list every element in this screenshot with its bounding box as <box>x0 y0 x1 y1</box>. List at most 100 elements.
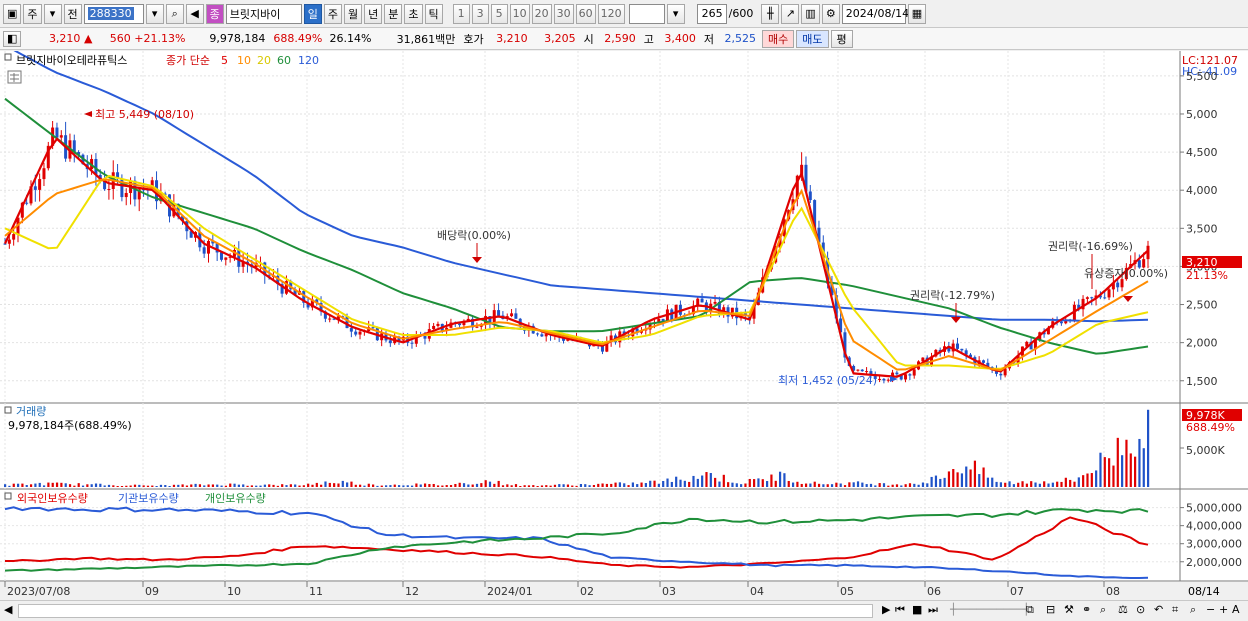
interval-1[interactable]: 1 <box>452 3 470 24</box>
volume-bar <box>68 484 72 487</box>
tab-day[interactable]: 일 <box>303 3 322 24</box>
expand-icon[interactable]: ◧ <box>3 30 22 47</box>
volume-bar <box>376 485 379 487</box>
zoom-out-icon[interactable]: − <box>1206 603 1215 616</box>
zoom-slider[interactable]: ┼──────────┤ <box>950 603 1029 616</box>
volume-bar <box>402 485 405 487</box>
search-small-icon[interactable]: ⌕ <box>1100 603 1106 617</box>
auto-scale-icon[interactable]: A <box>1232 603 1240 616</box>
period-type-select[interactable]: 주 <box>23 3 42 24</box>
scroll-left-icon[interactable]: ◀ <box>4 603 12 616</box>
time-tick-label: 08 <box>1106 585 1120 598</box>
volume-bar <box>302 485 305 487</box>
volume-bar <box>194 483 197 487</box>
buy-button[interactable]: 매수 <box>762 29 795 48</box>
volume-bar <box>1095 470 1098 487</box>
tab-tick[interactable]: 틱 <box>424 3 443 24</box>
volume-bar <box>778 471 782 487</box>
volume-bar <box>224 485 228 487</box>
volume-bar <box>164 485 167 487</box>
chart-menu-icon[interactable]: ▣ <box>3 3 22 24</box>
sell-button[interactable]: 매도 <box>796 29 829 48</box>
period-dropdown-icon[interactable]: ▾ <box>43 3 62 24</box>
candle-body <box>1120 279 1124 288</box>
chart-type-icon[interactable]: ⚖ <box>1118 603 1128 616</box>
volume-bar <box>181 484 184 487</box>
tab-minute[interactable]: 분 <box>384 3 403 24</box>
volume-bar <box>692 475 695 487</box>
volume-bar <box>887 485 890 487</box>
interval-dropdown-icon[interactable]: ▾ <box>666 3 685 24</box>
undo-icon[interactable]: ↶ <box>1154 603 1163 616</box>
volume-bar <box>913 483 916 487</box>
link-icon[interactable]: ⚭ <box>1082 603 1091 616</box>
avg-button[interactable]: 평 <box>830 29 853 48</box>
interval-30[interactable]: 30 <box>553 3 574 24</box>
window-icon[interactable]: ⊟ <box>1046 603 1055 616</box>
interval-5[interactable]: 5 <box>490 3 508 24</box>
volume-bar <box>77 483 80 487</box>
tab-year[interactable]: 년 <box>364 3 383 24</box>
bar-chart-icon[interactable]: ▥ <box>801 3 820 24</box>
high-price: 3,400 <box>664 32 696 45</box>
volume-bar <box>1034 482 1037 487</box>
line-tool-icon[interactable]: ↗ <box>781 3 800 24</box>
candle-body <box>999 373 1003 376</box>
ask-price-1: 3,210 <box>496 32 528 45</box>
volume-bar <box>242 484 245 487</box>
settings-gear-icon[interactable]: ⚙ <box>821 3 840 24</box>
count-input[interactable]: 265 <box>696 3 727 24</box>
volume-bar <box>1025 483 1028 487</box>
volume-bar <box>21 483 24 487</box>
zoom-fit-icon[interactable]: ⌗ <box>1172 603 1178 617</box>
scroll-right-icon[interactable]: ▶ <box>882 603 890 616</box>
code-dropdown-icon[interactable]: ▾ <box>145 3 164 24</box>
tools-icon[interactable]: ⚒ <box>1064 603 1074 616</box>
calendar-icon[interactable]: ▦ <box>907 3 927 24</box>
interval-10[interactable]: 10 <box>509 3 530 24</box>
volume-bar <box>636 484 639 487</box>
chart-scrollbar[interactable] <box>18 604 873 618</box>
candle-body <box>55 127 59 138</box>
layout-icon[interactable]: ⧉ <box>1026 603 1034 617</box>
time-tick-label: 11 <box>309 585 323 598</box>
tab-week[interactable]: 주 <box>323 3 343 24</box>
interval-custom-input[interactable] <box>628 3 665 24</box>
tab-second[interactable]: 초 <box>404 3 423 24</box>
interval-60[interactable]: 60 <box>575 3 596 24</box>
stock-code-input[interactable]: 288330 <box>83 3 144 24</box>
prev-button[interactable]: 전 <box>63 3 82 24</box>
stop-icon[interactable]: ■ <box>912 603 922 616</box>
volume-bar <box>610 483 613 487</box>
search-icon[interactable]: ⌕ <box>165 3 184 24</box>
volume-bar <box>34 483 37 487</box>
date-input[interactable]: 2024/08/14 <box>841 3 909 24</box>
candle-body <box>1116 282 1120 288</box>
volume-bar <box>1082 475 1085 487</box>
rewind-icon[interactable]: ⏮ <box>895 603 905 617</box>
magnify-icon[interactable]: ⌕ <box>1190 603 1196 617</box>
volume-bar <box>73 485 76 487</box>
zoom-in-icon[interactable]: + <box>1219 603 1228 616</box>
volume-bar <box>346 482 349 487</box>
speaker-icon[interactable]: ◀ <box>185 3 204 24</box>
volume-bar <box>683 480 686 487</box>
tab-month[interactable]: 월 <box>344 3 363 24</box>
volume-bar <box>969 469 972 487</box>
interval-20[interactable]: 20 <box>531 3 552 24</box>
time-tick-label: 09 <box>145 585 159 598</box>
fast-forward-icon[interactable]: ⏭ <box>928 603 938 617</box>
volume-bar <box>449 485 453 487</box>
volume-bar <box>735 483 738 487</box>
interval-120[interactable]: 120 <box>597 3 625 24</box>
volume-bar <box>1121 455 1124 487</box>
interval-3[interactable]: 3 <box>471 3 489 24</box>
last-price-label: 3,210 <box>1186 256 1218 269</box>
volume-bar <box>281 484 284 487</box>
volume-bar <box>333 483 336 487</box>
stock-chart[interactable]: 브릿지바이오테라퓨틱스 종가 단순 5 10 20 60 120 LC:121.… <box>0 51 1248 600</box>
candle-type-icon[interactable]: ╫ <box>761 3 780 24</box>
volume-bar <box>934 475 938 487</box>
pin-icon[interactable]: ⊙ <box>1136 603 1145 616</box>
volume-bar <box>852 482 855 487</box>
